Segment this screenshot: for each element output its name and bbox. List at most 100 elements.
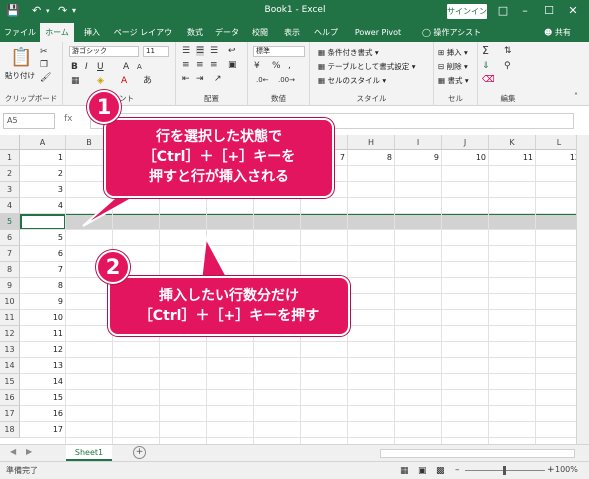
decrease-indent-icon[interactable]: ⇤ <box>182 74 190 84</box>
tab-help[interactable]: ヘルプ <box>310 23 342 42</box>
fx-icon[interactable]: fx <box>64 114 73 124</box>
delete-cells-button[interactable]: ⊟ 削除 ▾ <box>438 61 468 72</box>
cell-a3[interactable]: 3 <box>20 182 66 198</box>
row-header-11[interactable]: 11 <box>0 310 20 326</box>
table-format-button[interactable]: ▦ テーブルとして書式設定 ▾ <box>318 61 415 72</box>
percent-icon[interactable]: % <box>272 61 281 71</box>
fill-color-icon[interactable]: ◈ <box>97 76 104 86</box>
comma-icon[interactable]: , <box>288 61 291 71</box>
decrease-decimal-icon[interactable]: .00→ <box>278 75 295 85</box>
tab-file[interactable]: ファイル <box>2 23 38 42</box>
undo-dropdown-icon[interactable]: ▾ <box>46 4 50 18</box>
format-painter-icon[interactable]: 🖌 <box>40 73 51 83</box>
column-header-i[interactable]: I <box>395 135 442 150</box>
cell-a18[interactable]: 17 <box>20 422 66 438</box>
decrease-font-icon[interactable]: A <box>137 62 142 72</box>
sheet-tab-sheet1[interactable]: Sheet1 <box>66 445 112 461</box>
cell-a9[interactable]: 8 <box>20 278 66 294</box>
bold-icon[interactable]: B <box>71 62 78 72</box>
row-header-8[interactable]: 8 <box>0 262 20 278</box>
increase-font-icon[interactable]: A <box>123 62 129 72</box>
align-bottom-icon[interactable]: ☰ <box>210 46 218 56</box>
normal-view-icon[interactable]: ▦ <box>400 466 409 476</box>
increase-indent-icon[interactable]: ⇥ <box>196 74 204 84</box>
increase-decimal-icon[interactable]: .0← <box>256 75 269 85</box>
vertical-scrollbar[interactable] <box>576 135 589 444</box>
sort-filter-icon[interactable]: ⇅ <box>504 46 512 56</box>
paste-label[interactable]: 貼り付け <box>5 70 35 81</box>
column-header-k[interactable]: K <box>489 135 536 150</box>
row-header-7[interactable]: 7 <box>0 246 20 262</box>
row-header-1[interactable]: 1 <box>0 150 20 166</box>
tab-data[interactable]: データ <box>212 23 242 42</box>
tab-review[interactable]: 校閲 <box>246 23 274 42</box>
row-header-15[interactable]: 15 <box>0 374 20 390</box>
merge-center-icon[interactable]: ▣ <box>228 60 237 70</box>
redo-icon[interactable]: ↷ <box>58 4 67 18</box>
cut-icon[interactable]: ✂ <box>40 47 48 57</box>
font-color-icon[interactable]: A <box>121 76 127 86</box>
row-header-16[interactable]: 16 <box>0 390 20 406</box>
find-select-icon[interactable]: ⚲ <box>504 61 511 71</box>
tab-home[interactable]: ホーム <box>40 23 74 42</box>
row-header-17[interactable]: 17 <box>0 406 20 422</box>
align-right-icon[interactable]: ≡ <box>210 60 218 70</box>
cell-i1[interactable]: 9 <box>395 150 442 166</box>
save-icon[interactable]: 💾 <box>6 4 20 18</box>
fill-icon[interactable]: ⇓ <box>482 61 490 71</box>
orientation-icon[interactable]: ↗ <box>214 74 222 84</box>
tab-power-pivot[interactable]: Power Pivot <box>349 23 407 42</box>
cell-k1[interactable]: 11 <box>489 150 536 166</box>
italic-icon[interactable]: I <box>85 62 88 72</box>
align-center-icon[interactable]: ≡ <box>196 60 204 70</box>
cell-a16[interactable]: 15 <box>20 390 66 406</box>
row-header-2[interactable]: 2 <box>0 166 20 182</box>
cell-a4[interactable]: 4 <box>20 198 66 214</box>
accounting-icon[interactable]: ¥ <box>254 61 260 71</box>
row-header-6[interactable]: 6 <box>0 230 20 246</box>
close-icon[interactable]: ✕ <box>563 2 583 20</box>
next-sheet-icon[interactable]: ▶ <box>26 447 32 456</box>
zoom-slider-thumb[interactable] <box>503 466 506 475</box>
zoom-out-icon[interactable]: – <box>455 465 460 475</box>
row-header-12[interactable]: 12 <box>0 326 20 342</box>
phonetic-icon[interactable]: あ <box>143 76 152 86</box>
maximize-icon[interactable]: ☐ <box>539 2 559 20</box>
insert-cells-button[interactable]: ⊞ 挿入 ▾ <box>438 47 468 58</box>
column-header-l[interactable]: L <box>536 135 576 150</box>
tell-me-box[interactable]: ◯ 操作アシスト <box>422 23 481 42</box>
borders-icon[interactable]: ▦ <box>71 76 80 86</box>
row-header-9[interactable]: 9 <box>0 278 20 294</box>
row-header-14[interactable]: 14 <box>0 358 20 374</box>
cell-a17[interactable]: 16 <box>20 406 66 422</box>
cell-a13[interactable]: 12 <box>20 342 66 358</box>
format-cells-button[interactable]: ▦ 書式 ▾ <box>438 75 469 86</box>
row-header-10[interactable]: 10 <box>0 294 20 310</box>
row-header-13[interactable]: 13 <box>0 342 20 358</box>
name-box[interactable]: A5 <box>3 113 55 129</box>
signin-button[interactable]: サインイン <box>447 4 487 19</box>
font-name-select[interactable]: 游ゴシック <box>69 46 139 57</box>
column-header-a[interactable]: A <box>20 135 66 150</box>
cell-a1[interactable]: 1 <box>20 150 66 166</box>
font-size-select[interactable]: 11 <box>143 46 169 57</box>
cond-format-button[interactable]: ▦ 条件付き書式 ▾ <box>318 47 379 58</box>
cell-style-button[interactable]: ▦ セルのスタイル ▾ <box>318 75 386 86</box>
horizontal-scrollbar[interactable] <box>380 449 575 458</box>
prev-sheet-icon[interactable]: ◀ <box>10 447 16 456</box>
tab-view[interactable]: 表示 <box>278 23 306 42</box>
ribbon-display-icon[interactable]: □ <box>493 2 513 20</box>
cell-a12[interactable]: 11 <box>20 326 66 342</box>
add-sheet-icon[interactable]: + <box>133 446 146 459</box>
align-left-icon[interactable]: ≡ <box>182 60 190 70</box>
underline-icon[interactable]: U <box>97 62 104 72</box>
collapse-ribbon-icon[interactable]: ˄ <box>574 92 578 102</box>
copy-icon[interactable]: ❐ <box>40 60 48 70</box>
customize-qat-icon[interactable]: ▾ <box>72 4 76 18</box>
page-layout-view-icon[interactable]: ▣ <box>418 466 427 476</box>
cell-j1[interactable]: 10 <box>442 150 489 166</box>
column-header-j[interactable]: J <box>442 135 489 150</box>
select-all-corner[interactable] <box>0 135 20 150</box>
share-button[interactable]: ☻ 共有 <box>544 23 571 42</box>
page-break-view-icon[interactable]: ▩ <box>436 466 445 476</box>
